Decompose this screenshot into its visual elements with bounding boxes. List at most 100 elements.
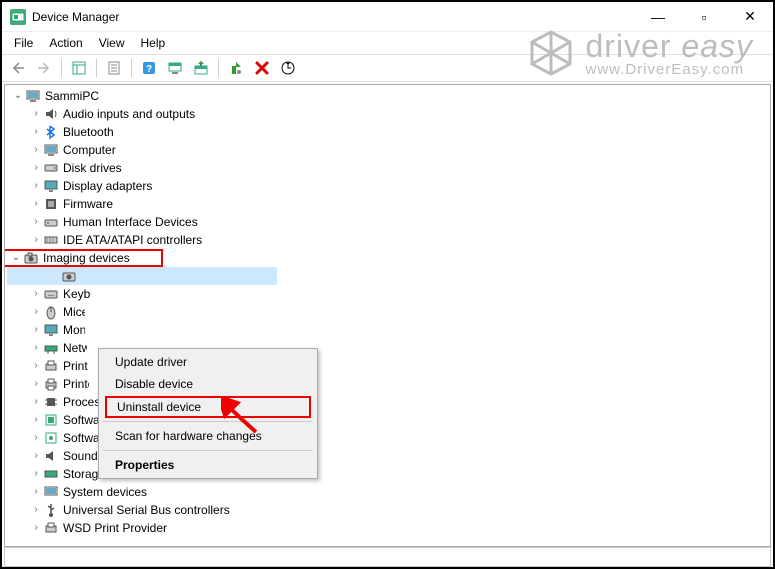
software-device-icon	[43, 430, 59, 446]
close-button[interactable]: ✕	[727, 2, 773, 32]
toolbar-separator	[218, 59, 219, 77]
menu-help[interactable]: Help	[133, 34, 174, 52]
tree-item-label: Monitors	[63, 321, 85, 339]
menu-separator	[103, 421, 313, 422]
expand-icon[interactable]: ›	[29, 447, 43, 465]
tree-item-label: Network adapters	[63, 339, 87, 357]
expand-icon[interactable]: ›	[29, 213, 43, 231]
help-button[interactable]: ?	[137, 57, 161, 79]
firmware-icon	[43, 196, 59, 212]
menu-action[interactable]: Action	[41, 34, 90, 52]
tree-item[interactable]: › Mice and other pointing devices	[7, 303, 768, 321]
toolbar: ?	[2, 54, 773, 82]
expand-icon[interactable]: ›	[29, 195, 43, 213]
expand-icon[interactable]: ›	[29, 141, 43, 159]
menu-file[interactable]: File	[6, 34, 41, 52]
camera-icon	[61, 268, 77, 284]
update-driver-button[interactable]	[189, 57, 213, 79]
enable-button[interactable]	[224, 57, 248, 79]
tree-item-label: Mice and other pointing devices	[63, 303, 85, 321]
window-controls: — ▫ ✕	[635, 2, 773, 32]
menu-view[interactable]: View	[91, 34, 133, 52]
disk-icon	[43, 160, 59, 176]
tree-item[interactable]: ›Human Interface Devices	[7, 213, 768, 231]
tree-item[interactable]: ›Audio inputs and outputs	[7, 105, 768, 123]
expand-icon[interactable]: ›	[29, 465, 43, 483]
content-area: ⌄ SammiPC ›Audio inputs and outputs › Blu…	[4, 84, 771, 567]
collapse-icon[interactable]: ⌄	[9, 249, 23, 267]
tree-item-imaging[interactable]: ⌄ Imaging devices	[4, 249, 163, 267]
expand-icon[interactable]: ›	[29, 519, 43, 537]
forward-button[interactable]	[32, 57, 56, 79]
scan-hardware-button[interactable]	[276, 57, 300, 79]
tree-item[interactable]: ›Display adapters	[7, 177, 768, 195]
tree-item-label: Universal Serial Bus controllers	[63, 501, 230, 519]
expand-icon[interactable]: ›	[29, 393, 43, 411]
tree-item[interactable]: ›Disk drives	[7, 159, 768, 177]
window-title: Device Manager	[32, 10, 635, 24]
context-menu: Update driver Disable device Uninstall d…	[98, 348, 318, 479]
tree-item[interactable]: › Firmware	[7, 195, 768, 213]
tree-item[interactable]: ›WSD Print Provider	[7, 519, 768, 537]
ide-icon	[43, 232, 59, 248]
tree-item[interactable]: › Monitors	[7, 321, 768, 339]
processor-icon	[43, 394, 59, 410]
tree-item-label: Firmware	[63, 195, 113, 213]
tree-item[interactable]: › Keyboards	[7, 285, 768, 303]
expand-icon[interactable]: ›	[29, 123, 43, 141]
tree-item-label: Imaging devices	[43, 249, 130, 267]
tree-item[interactable]: › Bluetooth	[7, 123, 768, 141]
expand-icon[interactable]: ›	[29, 231, 43, 249]
scan-button[interactable]	[163, 57, 187, 79]
tree-item-label: Keyboards	[63, 285, 91, 303]
tree-root[interactable]: ⌄ SammiPC	[7, 87, 768, 105]
back-button[interactable]	[6, 57, 30, 79]
expand-icon[interactable]: ›	[29, 321, 43, 339]
expand-icon[interactable]: ›	[29, 483, 43, 501]
camera-icon	[23, 250, 39, 266]
menu-properties[interactable]: Properties	[101, 454, 315, 476]
menu-update-driver[interactable]: Update driver	[101, 351, 315, 373]
computer-icon	[43, 142, 59, 158]
usb-icon	[43, 502, 59, 518]
expand-icon[interactable]: ›	[29, 411, 43, 429]
maximize-button[interactable]: ▫	[681, 2, 727, 32]
tree-item[interactable]: ›IDE ATA/ATAPI controllers	[7, 231, 768, 249]
tree-item-label: System devices	[63, 483, 147, 501]
printqueue-icon	[43, 358, 59, 374]
collapse-icon[interactable]: ⌄	[11, 87, 25, 105]
menu-disable-device[interactable]: Disable device	[101, 373, 315, 395]
display-icon	[43, 178, 59, 194]
statusbar	[4, 547, 771, 567]
titlebar: Device Manager — ▫ ✕	[2, 2, 773, 32]
expand-icon[interactable]: ›	[29, 105, 43, 123]
keyboard-icon	[43, 286, 59, 302]
app-icon	[10, 9, 26, 25]
properties-button[interactable]	[102, 57, 126, 79]
expand-icon[interactable]: ›	[29, 375, 43, 393]
expand-icon[interactable]: ›	[29, 177, 43, 195]
system-icon	[43, 484, 59, 500]
tree-item[interactable]: › System devices	[7, 483, 768, 501]
expand-icon[interactable]: ›	[29, 501, 43, 519]
expand-icon[interactable]: ›	[29, 303, 43, 321]
uninstall-button[interactable]	[250, 57, 274, 79]
toolbar-separator	[61, 59, 62, 77]
expand-icon[interactable]: ›	[29, 285, 43, 303]
show-hide-tree-button[interactable]	[67, 57, 91, 79]
menu-uninstall-device[interactable]: Uninstall device	[105, 396, 311, 418]
tree-item-label: Bluetooth	[63, 123, 114, 141]
storage-icon	[43, 466, 59, 482]
menu-scan-hardware[interactable]: Scan for hardware changes	[101, 425, 315, 447]
expand-icon[interactable]: ›	[29, 357, 43, 375]
expand-icon[interactable]: ›	[29, 339, 43, 357]
tree-item-label: Printers	[63, 375, 89, 393]
tree-item[interactable]: ›Computer	[7, 141, 768, 159]
tree-item[interactable]: › Universal Serial Bus controllers	[7, 501, 768, 519]
tree-child-item[interactable]: ·	[7, 267, 277, 285]
expand-icon[interactable]: ›	[29, 429, 43, 447]
sound-icon	[43, 448, 59, 464]
minimize-button[interactable]: —	[635, 2, 681, 32]
expand-icon[interactable]: ›	[29, 159, 43, 177]
software-component-icon	[43, 412, 59, 428]
